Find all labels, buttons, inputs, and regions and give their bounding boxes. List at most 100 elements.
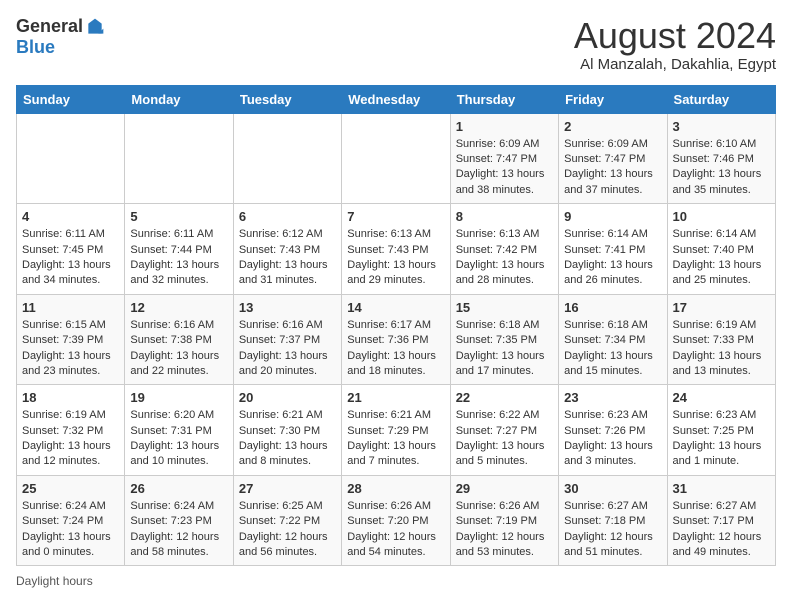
calendar-week-5: 25 Sunrise: 6:24 AM Sunset: 7:24 PM Dayli… [17, 475, 776, 566]
calendar-header-friday: Friday [559, 85, 667, 113]
page-subtitle: Al Manzalah, Dakahlia, Egypt [574, 56, 776, 73]
day-info: Sunrise: 6:24 AM Sunset: 7:23 PM Dayligh… [130, 499, 227, 561]
day-info: Sunrise: 6:11 AM Sunset: 7:45 PM Dayligh… [22, 227, 119, 289]
calendar-week-3: 11 Sunrise: 6:15 AM Sunset: 7:39 PM Dayli… [17, 294, 776, 385]
day-number: 9 [564, 209, 661, 224]
calendar-header-thursday: Thursday [450, 85, 558, 113]
logo-blue: Blue [16, 37, 55, 57]
calendar-cell [17, 113, 125, 204]
calendar-cell: 6Sunrise: 6:12 AM Sunset: 7:43 PM Daylig… [233, 204, 341, 295]
calendar-cell [233, 113, 341, 204]
day-number: 2 [564, 119, 661, 134]
calendar-cell: 26 Sunrise: 6:24 AM Sunset: 7:23 PM Dayli… [125, 475, 233, 566]
calendar-cell: 5Sunrise: 6:11 AM Sunset: 7:44 PM Daylig… [125, 204, 233, 295]
day-number: 10 [673, 209, 770, 224]
day-info: Sunrise: 6:14 AM Sunset: 7:41 PM Dayligh… [564, 227, 661, 289]
calendar-cell: 8 Sunrise: 6:13 AM Sunset: 7:42 PM Daylig… [450, 204, 558, 295]
calendar-cell: 20Sunrise: 6:21 AM Sunset: 7:30 PM Dayli… [233, 385, 341, 476]
day-number: 21 [347, 390, 444, 405]
calendar-cell: 7Sunrise: 6:13 AM Sunset: 7:43 PM Daylig… [342, 204, 450, 295]
day-number: 22 [456, 390, 553, 405]
day-number: 24 [673, 390, 770, 405]
day-info: Sunrise: 6:25 AM Sunset: 7:22 PM Dayligh… [239, 499, 336, 561]
calendar-cell: 3 Sunrise: 6:10 AM Sunset: 7:46 PM Daylig… [667, 113, 775, 204]
day-number: 20 [239, 390, 336, 405]
day-number: 3 [673, 119, 770, 134]
day-number: 27 [239, 481, 336, 496]
page-title: August 2024 [574, 16, 776, 56]
day-number: 4 [22, 209, 119, 224]
calendar-cell: 27 Sunrise: 6:25 AM Sunset: 7:22 PM Dayli… [233, 475, 341, 566]
day-number: 14 [347, 300, 444, 315]
calendar-cell: 24 Sunrise: 6:23 AM Sunset: 7:25 PM Dayli… [667, 385, 775, 476]
day-info: Sunrise: 6:23 AM Sunset: 7:26 PM Dayligh… [564, 408, 661, 470]
day-info: Sunrise: 6:12 AM Sunset: 7:43 PM Dayligh… [239, 227, 336, 289]
calendar-table: SundayMondayTuesdayWednesdayThursdayFrid… [16, 85, 776, 567]
day-number: 7 [347, 209, 444, 224]
calendar-cell: 29 Sunrise: 6:26 AM Sunset: 7:19 PM Dayli… [450, 475, 558, 566]
day-number: 1 [456, 119, 553, 134]
title-area: August 2024 Al Manzalah, Dakahlia, Egypt [574, 16, 776, 73]
calendar-cell: 15 Sunrise: 6:18 AM Sunset: 7:35 PM Dayli… [450, 294, 558, 385]
day-info: Sunrise: 6:27 AM Sunset: 7:18 PM Dayligh… [564, 499, 661, 561]
day-number: 25 [22, 481, 119, 496]
day-info: Sunrise: 6:27 AM Sunset: 7:17 PM Dayligh… [673, 499, 770, 561]
calendar-cell: 12Sunrise: 6:16 AM Sunset: 7:38 PM Dayli… [125, 294, 233, 385]
calendar-cell: 28 Sunrise: 6:26 AM Sunset: 7:20 PM Dayli… [342, 475, 450, 566]
day-info: Sunrise: 6:09 AM Sunset: 7:47 PM Dayligh… [456, 137, 553, 199]
calendar-cell: 18Sunrise: 6:19 AM Sunset: 7:32 PM Dayli… [17, 385, 125, 476]
day-info: Sunrise: 6:22 AM Sunset: 7:27 PM Dayligh… [456, 408, 553, 470]
day-number: 17 [673, 300, 770, 315]
day-number: 11 [22, 300, 119, 315]
calendar-cell: 2Sunrise: 6:09 AM Sunset: 7:47 PM Daylig… [559, 113, 667, 204]
day-number: 28 [347, 481, 444, 496]
day-info: Sunrise: 6:17 AM Sunset: 7:36 PM Dayligh… [347, 318, 444, 380]
calendar-cell: 13Sunrise: 6:16 AM Sunset: 7:37 PM Dayli… [233, 294, 341, 385]
day-info: Sunrise: 6:26 AM Sunset: 7:20 PM Dayligh… [347, 499, 444, 561]
calendar-cell: 16Sunrise: 6:18 AM Sunset: 7:34 PM Dayli… [559, 294, 667, 385]
calendar-cell: 9 Sunrise: 6:14 AM Sunset: 7:41 PM Daylig… [559, 204, 667, 295]
logo-icon [85, 17, 105, 37]
day-info: Sunrise: 6:21 AM Sunset: 7:29 PM Dayligh… [347, 408, 444, 470]
day-number: 12 [130, 300, 227, 315]
footer-daylight: Daylight hours [16, 574, 776, 588]
calendar-header-monday: Monday [125, 85, 233, 113]
day-info: Sunrise: 6:24 AM Sunset: 7:24 PM Dayligh… [22, 499, 119, 561]
day-info: Sunrise: 6:19 AM Sunset: 7:32 PM Dayligh… [22, 408, 119, 470]
calendar-cell: 19 Sunrise: 6:20 AM Sunset: 7:31 PM Dayli… [125, 385, 233, 476]
calendar-week-2: 4 Sunrise: 6:11 AM Sunset: 7:45 PM Daylig… [17, 204, 776, 295]
day-number: 26 [130, 481, 227, 496]
page-header: General Blue August 2024 Al Manzalah, Da… [16, 16, 776, 73]
day-number: 31 [673, 481, 770, 496]
day-info: Sunrise: 6:18 AM Sunset: 7:35 PM Dayligh… [456, 318, 553, 380]
day-number: 8 [456, 209, 553, 224]
calendar-cell: 1 Sunrise: 6:09 AM Sunset: 7:47 PM Daylig… [450, 113, 558, 204]
day-info: Sunrise: 6:23 AM Sunset: 7:25 PM Dayligh… [673, 408, 770, 470]
day-info: Sunrise: 6:15 AM Sunset: 7:39 PM Dayligh… [22, 318, 119, 380]
day-info: Sunrise: 6:18 AM Sunset: 7:34 PM Dayligh… [564, 318, 661, 380]
logo-general: General [16, 16, 83, 37]
day-info: Sunrise: 6:10 AM Sunset: 7:46 PM Dayligh… [673, 137, 770, 199]
day-number: 23 [564, 390, 661, 405]
calendar-cell: 17Sunrise: 6:19 AM Sunset: 7:33 PM Dayli… [667, 294, 775, 385]
day-info: Sunrise: 6:13 AM Sunset: 7:42 PM Dayligh… [456, 227, 553, 289]
day-number: 30 [564, 481, 661, 496]
day-number: 29 [456, 481, 553, 496]
calendar-cell: 11 Sunrise: 6:15 AM Sunset: 7:39 PM Dayli… [17, 294, 125, 385]
day-info: Sunrise: 6:14 AM Sunset: 7:40 PM Dayligh… [673, 227, 770, 289]
calendar-cell: 21 Sunrise: 6:21 AM Sunset: 7:29 PM Dayli… [342, 385, 450, 476]
calendar-cell: 22 Sunrise: 6:22 AM Sunset: 7:27 PM Dayli… [450, 385, 558, 476]
day-info: Sunrise: 6:20 AM Sunset: 7:31 PM Dayligh… [130, 408, 227, 470]
calendar-cell: 23 Sunrise: 6:23 AM Sunset: 7:26 PM Dayli… [559, 385, 667, 476]
calendar-week-4: 18Sunrise: 6:19 AM Sunset: 7:32 PM Dayli… [17, 385, 776, 476]
logo: General Blue [16, 16, 105, 58]
calendar-cell [342, 113, 450, 204]
day-info: Sunrise: 6:26 AM Sunset: 7:19 PM Dayligh… [456, 499, 553, 561]
day-number: 5 [130, 209, 227, 224]
calendar-header-saturday: Saturday [667, 85, 775, 113]
day-number: 19 [130, 390, 227, 405]
calendar-header-tuesday: Tuesday [233, 85, 341, 113]
calendar-cell: 31 Sunrise: 6:27 AM Sunset: 7:17 PM Dayli… [667, 475, 775, 566]
day-number: 15 [456, 300, 553, 315]
day-info: Sunrise: 6:16 AM Sunset: 7:37 PM Dayligh… [239, 318, 336, 380]
